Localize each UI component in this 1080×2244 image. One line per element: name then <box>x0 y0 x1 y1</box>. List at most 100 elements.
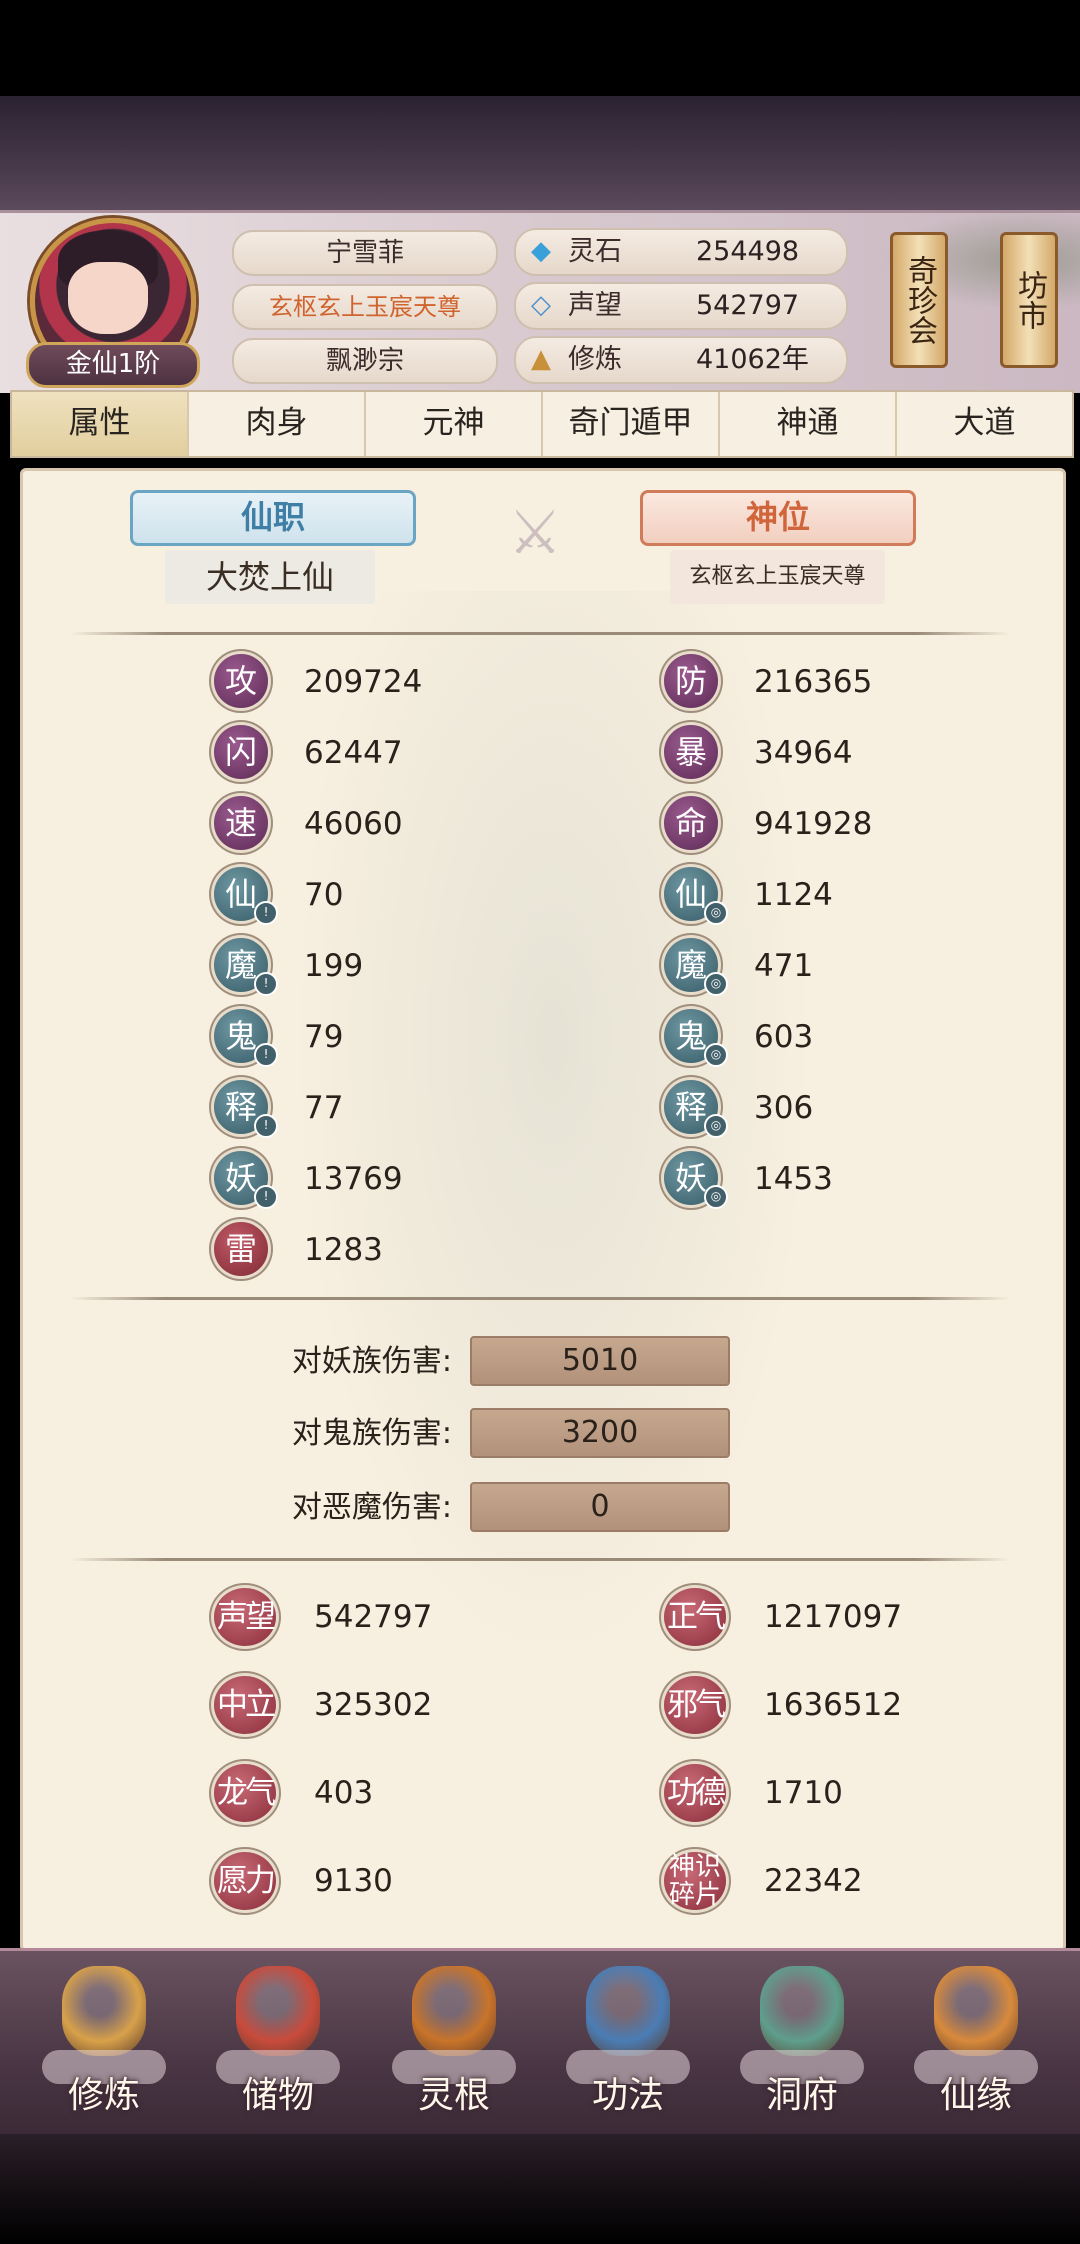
resource-spirit-stone: ◆ 灵石 254498 <box>514 228 848 276</box>
resource-value: 254498 <box>696 236 800 267</box>
stat-value: 306 <box>754 1090 814 1126</box>
stat-row: 速 46060 <box>214 796 514 856</box>
righteous-stat-icon: 正气 <box>664 1588 726 1646</box>
stat-sub-icon: ◎ <box>704 1043 728 1067</box>
attribute-tabs: 属性 肉身 元神 奇门遁甲 神通 大道 <box>10 390 1074 458</box>
nav-item-1[interactable]: 储物 <box>208 1966 348 2126</box>
stat-row: 仙 ◎ 1124 <box>664 867 964 927</box>
spirit-stone-icon: ◆ <box>531 236 551 266</box>
stat-row: 命 941928 <box>664 796 964 856</box>
nav-item-2[interactable]: 灵根 <box>384 1966 524 2126</box>
stat-value: 941928 <box>754 806 873 842</box>
player-title: 玄枢玄上玉宸天尊 <box>232 284 498 330</box>
nav-label: 仙缘 <box>939 2075 1012 2116</box>
crossed-swords-icon: ⚔ <box>508 498 562 568</box>
stat-row: 仙! 70 <box>214 867 514 927</box>
resource-label: 灵石 <box>568 236 622 267</box>
stat-value: 62447 <box>304 735 403 771</box>
wish-power-stat-icon: 愿力 <box>214 1852 276 1910</box>
nav-label: 洞府 <box>765 2075 838 2116</box>
resource-label: 修炼 <box>568 344 622 375</box>
cultivation-icon: ▲ <box>531 344 551 374</box>
nav-label: 灵根 <box>417 2075 490 2116</box>
bottom-area <box>0 2134 1080 2244</box>
monk-icon <box>62 1966 146 2056</box>
nav-item-5[interactable]: 仙缘 <box>906 1966 1046 2126</box>
avatar-face <box>68 262 148 334</box>
spirit-root-icon <box>412 1966 496 2056</box>
stat-row: 妖! 13769 <box>214 1151 514 1211</box>
damage-value-ghost: 3200 <box>470 1408 730 1458</box>
stat-value: 209724 <box>304 664 423 700</box>
divider <box>70 1558 1010 1561</box>
nav-item-4[interactable]: 洞府 <box>732 1966 872 2126</box>
stat-sub-icon: ! <box>254 1114 278 1138</box>
soul-fragment-stat-icon: 神识碎片 <box>664 1852 726 1910</box>
manual-book-icon <box>586 1966 670 2056</box>
player-sect: 飘渺宗 <box>232 338 498 384</box>
resource-reputation: ◇ 声望 542797 <box>514 282 848 330</box>
stat-icon[interactable]: 闪 <box>214 725 268 779</box>
stat-icon[interactable]: 速 <box>214 796 268 850</box>
stat-row: 鬼! 79 <box>214 1009 514 1069</box>
righteous-stat-value: 1217097 <box>764 1599 903 1635</box>
stat-icon[interactable]: 防 <box>664 654 718 708</box>
nav-item-0[interactable]: 修炼 <box>34 1966 174 2126</box>
divine-rank-title: 神位 <box>640 490 916 546</box>
stat-row: 魔 ◎ 471 <box>664 938 964 998</box>
merit-stat-value: 1710 <box>764 1775 843 1811</box>
stat-row: 防 216365 <box>664 654 964 714</box>
resource-cultivation: ▲ 修炼 41062年 <box>514 336 848 384</box>
stat-value: 34964 <box>754 735 853 771</box>
gourd-icon <box>934 1966 1018 2056</box>
stat-sub-icon: ◎ <box>704 1114 728 1138</box>
header-decoration <box>0 96 1080 210</box>
stat-sub-icon: ◎ <box>704 901 728 925</box>
tab-qimen[interactable]: 奇门遁甲 <box>543 392 720 456</box>
stat-row: 暴 34964 <box>664 725 964 785</box>
damage-label-ghost: 对鬼族伤害: <box>291 1416 452 1451</box>
resource-value: 41062年 <box>696 344 809 375</box>
divine-rank-value: 玄枢玄上玉宸天尊 <box>670 550 885 604</box>
stat-value: 471 <box>754 948 814 984</box>
stat-icon[interactable]: 雷 <box>214 1222 268 1276</box>
stat-icon[interactable]: 命 <box>664 796 718 850</box>
tab-attributes[interactable]: 属性 <box>12 392 189 456</box>
divider <box>70 1297 1010 1300</box>
wish-power-stat-value: 9130 <box>314 1863 393 1899</box>
stat-sub-icon: ◎ <box>704 1185 728 1209</box>
stat-icon[interactable]: 暴 <box>664 725 718 779</box>
tab-spirit[interactable]: 元神 <box>366 392 543 456</box>
tab-divine-power[interactable]: 神通 <box>720 392 897 456</box>
stat-value: 199 <box>304 948 364 984</box>
stat-sub-icon: ! <box>254 901 278 925</box>
stat-value: 216365 <box>754 664 873 700</box>
nav-label: 储物 <box>241 2075 314 2116</box>
evil-stat-value: 1636512 <box>764 1687 903 1723</box>
merit-stat-icon: 功德 <box>664 1764 726 1822</box>
reputation-stat-icon: 声望 <box>214 1588 276 1646</box>
stat-sub-icon: ◎ <box>704 972 728 996</box>
stat-value: 1124 <box>754 877 833 913</box>
treasure-meeting-button[interactable]: 奇珍会 <box>890 232 948 368</box>
divider <box>70 632 1010 635</box>
stat-row: 闪 62447 <box>214 725 514 785</box>
stat-sub-icon: ! <box>254 972 278 996</box>
tab-body[interactable]: 肉身 <box>189 392 366 456</box>
resource-label: 声望 <box>568 290 622 321</box>
damage-label-fiend: 对恶魔伤害: <box>291 1490 452 1525</box>
stat-value: 1453 <box>754 1161 833 1197</box>
stat-row: 释! 77 <box>214 1080 514 1140</box>
stat-value: 46060 <box>304 806 403 842</box>
tab-dao[interactable]: 大道 <box>897 392 1072 456</box>
market-button[interactable]: 坊市 <box>1000 232 1058 368</box>
nav-item-3[interactable]: 功法 <box>558 1966 698 2126</box>
stat-value: 603 <box>754 1019 814 1055</box>
stat-value: 77 <box>304 1090 344 1126</box>
neutral-stat-icon: 中立 <box>214 1676 276 1734</box>
reputation-stat-value: 542797 <box>314 1599 433 1635</box>
immortal-post-title: 仙职 <box>130 490 416 546</box>
stat-value: 70 <box>304 877 344 913</box>
stat-icon[interactable]: 攻 <box>214 654 268 708</box>
dragon-qi-stat-icon: 龙气 <box>214 1764 276 1822</box>
